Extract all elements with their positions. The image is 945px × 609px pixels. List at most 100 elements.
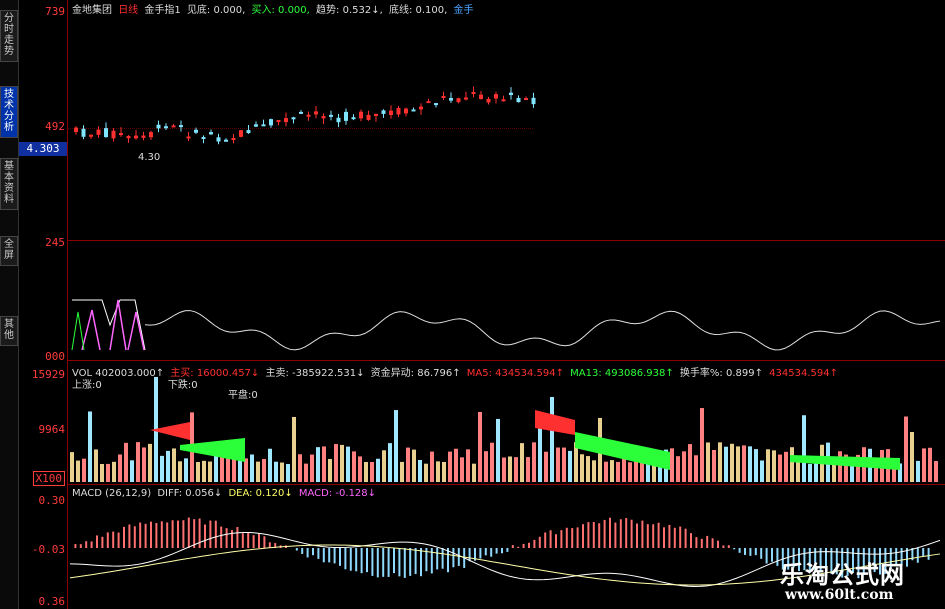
volume-bar [616,461,620,482]
volume-bar [340,444,344,482]
candle-body [149,132,153,138]
volume-bar [670,448,674,482]
volume-bar [394,410,398,482]
volume-bar [934,461,938,482]
volume-bar [832,462,836,482]
volume-bar [82,458,86,482]
candle-body [194,129,198,133]
volume-bar [730,443,734,482]
volume-bar [808,463,812,482]
candle-body [81,128,86,137]
volume-bar [922,448,926,482]
candle-body [464,97,468,100]
volume-bar [202,460,206,482]
volume-bar [112,461,116,482]
volume-bar [838,451,842,482]
volume-bar [400,461,404,482]
volume-bar [406,447,410,482]
volume-bar [520,443,524,482]
candle-body [261,124,266,127]
candle-body [306,114,311,117]
volume-bar [220,453,224,482]
volume-bar [604,461,608,482]
volume-bar [178,461,182,482]
candle-body [501,99,506,102]
candle-body [486,98,491,103]
volume-bar [676,456,680,482]
candle-body [254,124,258,127]
volume-bar [310,454,314,482]
watermark-url: www.60lt.com [785,587,894,603]
volume-bar [784,451,788,482]
candle-body [471,92,476,95]
volume-bar [928,447,932,482]
candle-body [299,111,303,114]
candle-body [246,130,251,134]
volume-bar [148,443,152,482]
volume-bar [250,454,254,482]
candle-body [351,117,356,120]
volume-bar [724,446,728,482]
volume-bar [694,455,698,482]
candle-body [434,103,438,106]
volume-bar [472,463,476,482]
volume-bar [580,454,584,482]
candle-body [269,119,273,126]
volume-bar [364,461,368,482]
candle-body [96,129,101,135]
candle-body [479,94,483,99]
volume-bar [460,457,464,482]
volume-bar [70,452,74,482]
candle-body [494,94,498,99]
volume-bar [262,459,266,482]
volume-bar [796,461,800,482]
volume-bar [346,446,350,482]
candle-body [201,137,206,140]
candle-body [449,98,453,101]
candle-body [411,109,416,112]
volume-bar [142,447,146,482]
volume-bar [76,460,80,482]
volume-bar [448,451,452,482]
volume-bar [136,442,140,482]
volume-bar [688,444,692,482]
volume-bar [100,463,104,482]
volume-bar [286,463,290,482]
volume-bar [916,460,920,482]
volume-bar [292,416,296,482]
volume-bar [352,451,356,482]
candle-body [216,137,221,142]
volume-bar [766,449,770,482]
volume-bar [316,447,320,482]
volume-bar [532,442,536,482]
volume-bar [358,456,362,482]
candle-body [126,136,131,139]
volume-bar [484,451,488,482]
volume-bar [130,460,134,482]
volume-bar [328,458,332,482]
signal-green [71,311,85,351]
volume-bar [280,462,284,482]
volume-bar [118,454,122,482]
candle-body [224,139,228,142]
volume-bar [322,446,326,482]
watermark-text: 乐淘公式网 [780,561,905,589]
volume-bar [418,459,422,482]
volume-bar [466,449,470,482]
volume-bar [586,456,590,482]
candle-body [74,127,78,133]
volume-bar [772,450,776,482]
candle-body [89,134,93,137]
volume-bar [526,457,530,482]
volume-bar [376,458,380,482]
volume-bar [544,451,548,482]
volume-bar [706,442,710,482]
candle-body [141,135,146,138]
volume-bar [754,449,758,482]
volume-bar [700,408,704,482]
candle-body [209,132,213,135]
volume-bar [268,448,272,482]
volume-bar [622,456,626,482]
candle-body [359,111,363,119]
volume-bar [370,462,374,482]
